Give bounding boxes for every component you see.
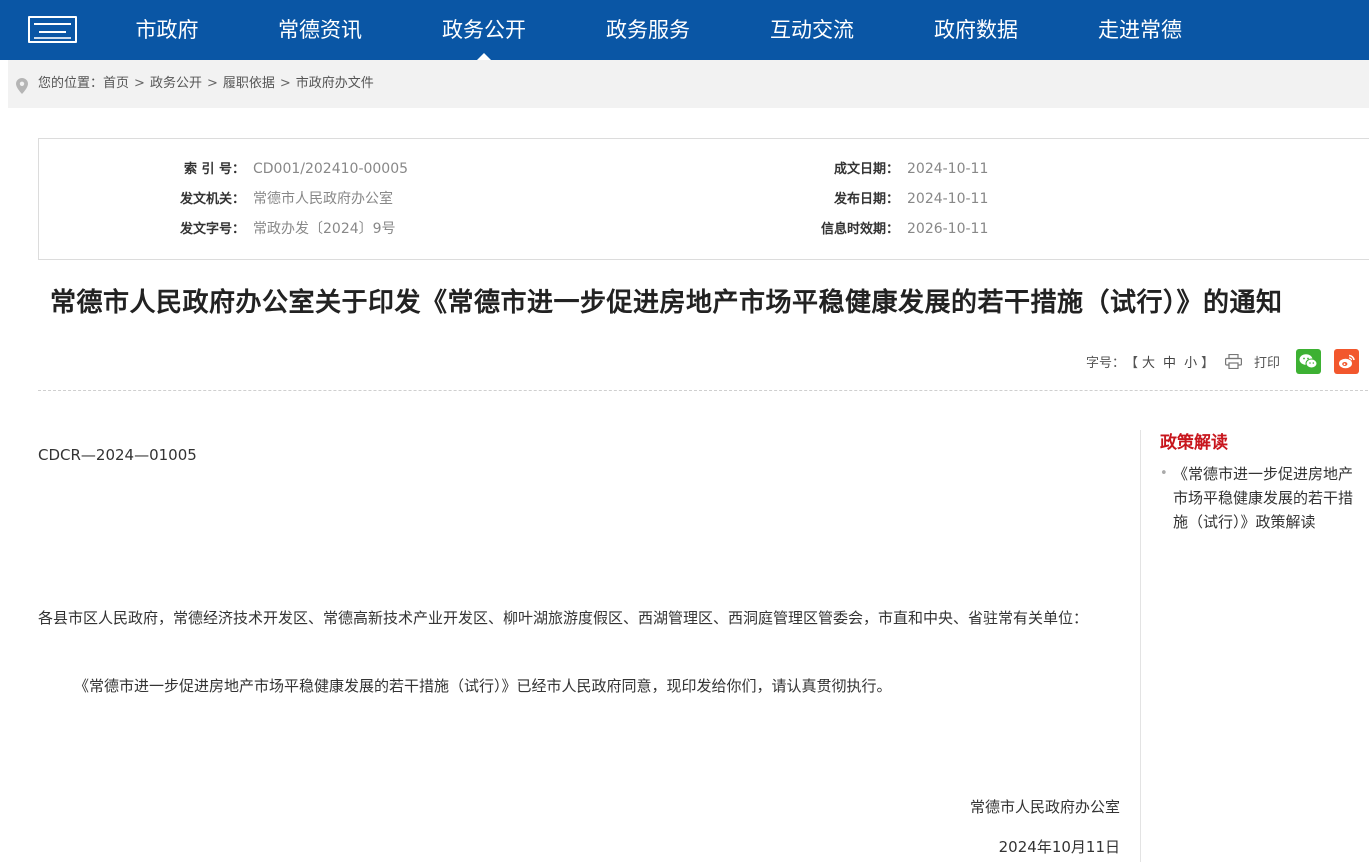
breadcrumb-link-duty-basis[interactable]: 履职依据	[223, 60, 275, 108]
index-number-row: 索 引 号： CD001/202410-00005	[159, 159, 408, 179]
breadcrumb-separator: >	[206, 76, 218, 91]
signing-date: 2024年10月11日	[998, 838, 1120, 856]
bullet-icon: •	[1160, 466, 1168, 481]
article-tools: 字号：【大中小】 打印	[1069, 347, 1369, 377]
logo-bar	[39, 31, 66, 33]
created-date-label: 成文日期：	[833, 162, 899, 177]
published-date-row: 发布日期： 2024-10-11	[779, 189, 988, 209]
site-logo[interactable]	[28, 16, 77, 43]
weibo-icon	[1339, 354, 1355, 369]
breadcrumb-prefix: 您的位置：	[38, 76, 104, 91]
breadcrumb-link-home[interactable]: 首页	[103, 60, 129, 108]
document-number-label: 发文字号：	[179, 222, 245, 237]
bracket-close: 】	[1201, 356, 1215, 371]
issuer-row: 发文机关： 常德市人民政府办公室	[159, 189, 393, 209]
document-code: CDCR—2024—01005	[38, 446, 197, 464]
breadcrumb-link-municipal-documents[interactable]: 市政府办文件	[296, 60, 374, 108]
font-size-small[interactable]: 小	[1184, 352, 1197, 371]
location-pin-icon	[16, 78, 28, 94]
weibo-share-button[interactable]	[1334, 349, 1359, 374]
bracket-open: 【	[1125, 356, 1139, 371]
nav-item-about-changde[interactable]: 走进常德	[1090, 0, 1190, 60]
nav-item-interaction[interactable]: 互动交流	[762, 0, 862, 60]
logo-bar	[34, 23, 71, 25]
breadcrumb-trail: 您的位置：首页 > 政务公开 > 履职依据 > 市政府办文件	[38, 60, 374, 108]
nav-item-government-data[interactable]: 政府数据	[926, 0, 1026, 60]
document-number-value: 常政办发〔2024〕9号	[253, 221, 396, 237]
created-date-row: 成文日期： 2024-10-11	[779, 159, 988, 179]
document-title: 常德市人民政府办公室关于印发《常德市进一步促进房地产市场平稳健康发展的若干措施（…	[50, 288, 1283, 318]
wechat-share-button[interactable]	[1296, 349, 1321, 374]
font-size-large[interactable]: 大	[1142, 352, 1155, 371]
breadcrumb-separator: >	[134, 76, 145, 91]
validity-value: 2026-10-11	[907, 221, 989, 237]
policy-interpretation-heading: 政策解读	[1160, 433, 1228, 453]
nav-item-city-government[interactable]: 市政府	[124, 0, 210, 60]
print-icon[interactable]	[1225, 354, 1242, 369]
validity-label: 信息时效期：	[820, 222, 899, 237]
addressee: 各县市区人民政府，常德经济技术开发区、常德高新技术产业开发区、柳叶湖旅游度假区、…	[38, 609, 1089, 627]
print-button[interactable]: 打印	[1254, 352, 1280, 371]
document-metadata-box: 索 引 号： CD001/202410-00005 发文机关： 常德市人民政府办公室…	[38, 138, 1369, 260]
nav-item-changde-news[interactable]: 常德资讯	[270, 0, 370, 60]
sidebar-divider	[1140, 430, 1141, 862]
issuer-value: 常德市人民政府办公室	[253, 191, 393, 207]
divider	[38, 390, 1369, 391]
published-date-label: 发布日期：	[833, 192, 899, 207]
font-size-control: 字号：【大中小】	[1086, 352, 1214, 371]
published-date-value: 2024-10-11	[907, 191, 989, 207]
top-navigation: 市政府 常德资讯 政务公开 政务服务 互动交流 政府数据 走进常德	[0, 0, 1369, 60]
index-number-value: CD001/202410-00005	[253, 161, 409, 177]
validity-row: 信息时效期： 2026-10-11	[779, 219, 988, 239]
policy-interpretation-link-text[interactable]: 《常德市进一步促进房地产市场平稳健康发展的若干措施（试行）》政策解读	[1160, 462, 1360, 534]
body-paragraph: 《常德市进一步促进房地产市场平稳健康发展的若干措施（试行）》已经市人民政府同意，…	[74, 677, 892, 695]
nav-item-government-affairs-disclosure[interactable]: 政务公开	[434, 0, 534, 60]
issuer-label: 发文机关：	[179, 192, 245, 207]
policy-interpretation-link[interactable]: • 《常德市进一步促进房地产市场平稳健康发展的若干措施（试行）》政策解读	[1160, 462, 1369, 534]
created-date-value: 2024-10-11	[907, 161, 989, 177]
breadcrumb-separator: >	[279, 76, 291, 91]
breadcrumb-link-disclosure[interactable]: 政务公开	[150, 60, 202, 108]
nav-item-government-services[interactable]: 政务服务	[598, 0, 698, 60]
font-size-label: 字号：	[1086, 356, 1126, 371]
index-number-label: 索 引 号：	[183, 162, 245, 177]
breadcrumb: 您的位置：首页 > 政务公开 > 履职依据 > 市政府办文件	[8, 60, 1369, 108]
document-number-row: 发文字号： 常政办发〔2024〕9号	[159, 219, 396, 239]
signer: 常德市人民政府办公室	[969, 798, 1120, 816]
logo-bar	[34, 37, 71, 39]
font-size-medium[interactable]: 中	[1163, 352, 1176, 371]
wechat-icon	[1299, 354, 1318, 369]
